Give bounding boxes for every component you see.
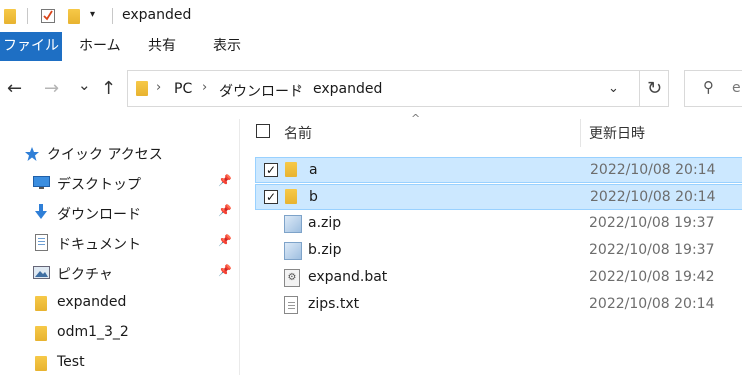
folder-icon — [285, 189, 297, 204]
sidebar-item-pictures[interactable]: ピクチャ 📌 — [0, 258, 238, 288]
file-name: a.zip — [308, 215, 342, 231]
file-row[interactable]: ✓ a 2022/10/08 20:14 — [255, 157, 742, 183]
file-name: a — [309, 162, 318, 178]
file-name: b.zip — [308, 242, 342, 258]
pin-icon[interactable]: 📌 — [218, 174, 232, 187]
folder-icon — [285, 162, 297, 177]
search-placeholder[interactable]: e — [732, 80, 741, 96]
documents-icon — [35, 234, 48, 251]
sidebar-item-documents[interactable]: ドキュメント 📌 — [0, 228, 238, 258]
pane-splitter[interactable] — [239, 119, 240, 375]
star-icon — [25, 147, 39, 161]
file-name: b — [309, 189, 318, 205]
file-name: expand.bat — [308, 269, 388, 285]
breadcrumb-separator[interactable]: › — [202, 80, 207, 95]
forward-button[interactable]: → — [44, 78, 59, 99]
column-header-date[interactable]: 更新日時 — [589, 123, 645, 143]
file-row[interactable]: b.zip 2022/10/08 19:37 — [255, 238, 742, 264]
tab-file[interactable]: ファイル — [0, 32, 62, 61]
file-row[interactable]: zips.txt 2022/10/08 20:14 — [255, 292, 742, 318]
select-all-checkbox[interactable] — [256, 124, 270, 138]
sidebar-item-downloads[interactable]: ダウンロード 📌 — [0, 198, 238, 228]
file-row[interactable]: a.zip 2022/10/08 19:37 — [255, 211, 742, 237]
file-date: 2022/10/08 19:37 — [589, 215, 715, 231]
pin-icon[interactable]: 📌 — [218, 204, 232, 217]
breadcrumb-separator[interactable]: › — [156, 80, 161, 95]
pin-icon[interactable]: 📌 — [218, 234, 232, 247]
toolbar-separator — [112, 8, 113, 24]
folder-icon — [136, 81, 148, 96]
address-bar[interactable] — [127, 70, 669, 107]
search-icon: ⚲ — [703, 78, 714, 96]
breadcrumb-pc[interactable]: PC — [174, 81, 192, 97]
sidebar-item-label: expanded — [57, 294, 127, 310]
batch-file-icon: ⚙ — [284, 269, 300, 287]
sidebar-item-desktop[interactable]: デスクトップ 📌 — [0, 168, 238, 198]
pictures-icon — [33, 266, 50, 279]
sidebar-item-label: クイック アクセス — [47, 147, 163, 163]
folder-icon — [4, 9, 16, 24]
properties-icon[interactable] — [41, 7, 55, 23]
navigation-pane: クイック アクセス デスクトップ 📌 ダウンロード 📌 ドキュメント 📌 ピクチ… — [0, 119, 238, 375]
back-button[interactable]: ← — [7, 78, 22, 99]
text-file-icon — [284, 296, 298, 314]
sidebar-item-label: ダウンロード — [57, 207, 141, 223]
sidebar-item-test[interactable]: Test — [0, 348, 238, 378]
file-date: 2022/10/08 19:37 — [589, 242, 715, 258]
file-name: zips.txt — [308, 296, 360, 312]
sidebar-item-label: ドキュメント — [57, 237, 141, 253]
sidebar-item-expanded[interactable]: expanded — [0, 288, 238, 318]
file-row[interactable]: ✓ b 2022/10/08 20:14 — [255, 184, 742, 210]
file-row[interactable]: ⚙ expand.bat 2022/10/08 19:42 — [255, 265, 742, 291]
refresh-button[interactable]: ↻ — [639, 70, 669, 107]
sidebar-item-label: Test — [57, 354, 85, 370]
sort-indicator: ^ — [411, 112, 421, 125]
folder-icon — [35, 326, 47, 341]
tab-home[interactable]: ホーム — [79, 32, 121, 61]
folder-icon — [35, 296, 47, 311]
breadcrumb-downloads[interactable]: ダウンロード — [219, 81, 303, 101]
desktop-icon — [33, 176, 50, 189]
breadcrumb-separator[interactable]: › — [297, 80, 302, 95]
column-header-name[interactable]: 名前 — [284, 123, 312, 143]
file-date: 2022/10/08 19:42 — [589, 269, 715, 285]
folder-icon — [35, 356, 47, 371]
sidebar-item-label: odm1_3_2 — [57, 324, 129, 340]
window-title: expanded — [122, 7, 192, 23]
row-checkbox[interactable]: ✓ — [264, 190, 278, 204]
breadcrumb-expanded[interactable]: expanded — [313, 81, 382, 97]
new-folder-icon[interactable] — [68, 9, 80, 24]
tab-share[interactable]: 共有 — [148, 32, 176, 61]
customize-quick-access-button[interactable]: ▾ — [90, 9, 95, 20]
file-date: 2022/10/08 20:14 — [590, 189, 716, 205]
download-icon — [35, 204, 47, 219]
file-date: 2022/10/08 20:14 — [589, 296, 715, 312]
sidebar-item-label: ピクチャ — [57, 267, 113, 283]
column-separator[interactable] — [580, 119, 581, 147]
row-checkbox[interactable]: ✓ — [264, 163, 278, 177]
quick-access-item[interactable]: クイック アクセス — [0, 138, 238, 168]
address-dropdown-button[interactable]: ⌄ — [608, 81, 619, 96]
toolbar-separator — [27, 8, 28, 24]
recent-locations-button[interactable]: ⌄ — [78, 76, 91, 94]
sidebar-item-label: デスクトップ — [57, 177, 141, 193]
file-date: 2022/10/08 20:14 — [590, 162, 716, 178]
tab-view[interactable]: 表示 — [213, 32, 241, 61]
sidebar-item-odm1-3-2[interactable]: odm1_3_2 — [0, 318, 238, 348]
up-button[interactable]: ↑ — [101, 78, 116, 99]
zip-file-icon — [284, 242, 302, 260]
zip-file-icon — [284, 215, 302, 233]
pin-icon[interactable]: 📌 — [218, 264, 232, 277]
